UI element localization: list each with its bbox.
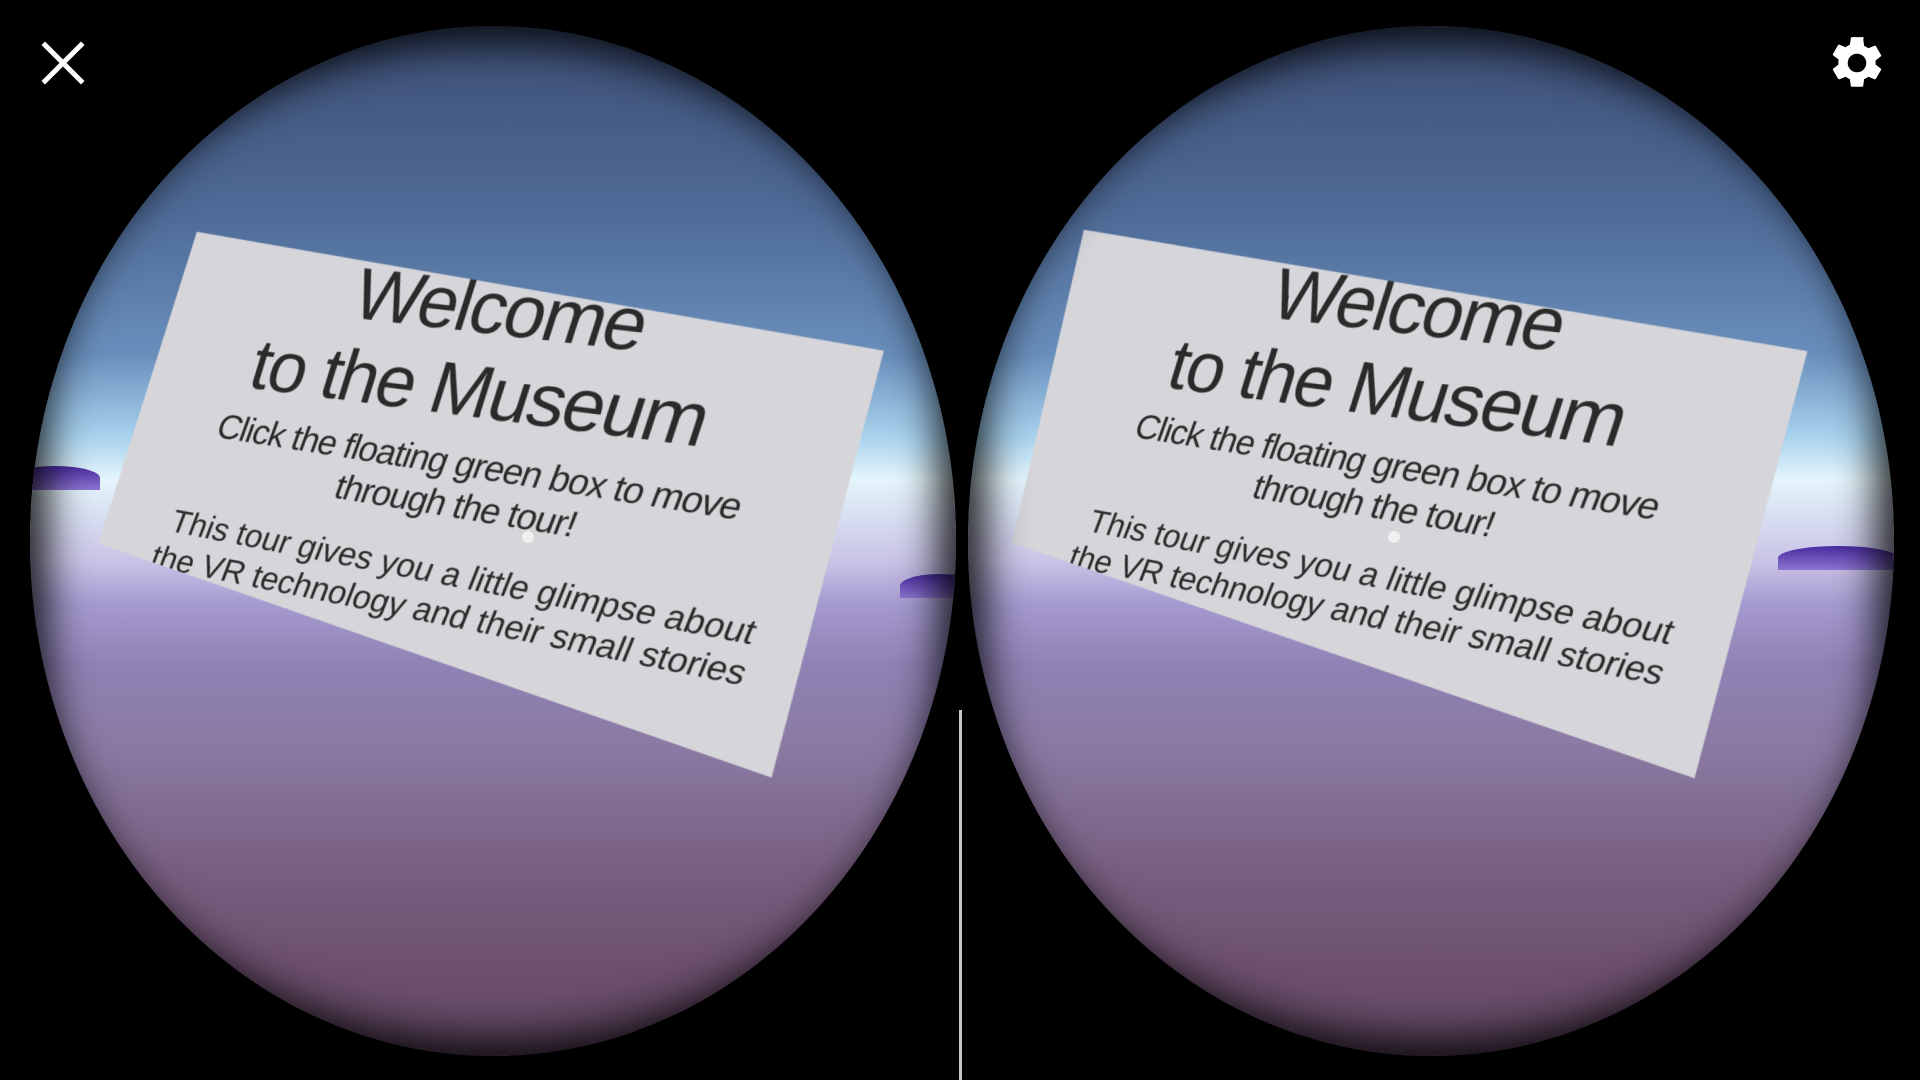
close-icon: [41, 41, 85, 85]
distant-hill-left: [30, 466, 100, 490]
gear-icon: [1832, 37, 1882, 87]
close-button[interactable]: [28, 28, 98, 98]
vr-stereo-view: Welcome to the Museum Click the floating…: [0, 0, 1920, 1080]
distant-hill-right: [1778, 546, 1894, 570]
distant-hill-right: [900, 574, 956, 598]
settings-button[interactable]: [1822, 28, 1892, 98]
right-eye-viewport: Welcome to the Museum Click the floating…: [968, 26, 1894, 1056]
gaze-reticle: [522, 531, 534, 543]
gaze-reticle: [1388, 531, 1400, 543]
left-eye-viewport: Welcome to the Museum Click the floating…: [30, 26, 956, 1056]
viewer-divider-line: [959, 710, 962, 1080]
